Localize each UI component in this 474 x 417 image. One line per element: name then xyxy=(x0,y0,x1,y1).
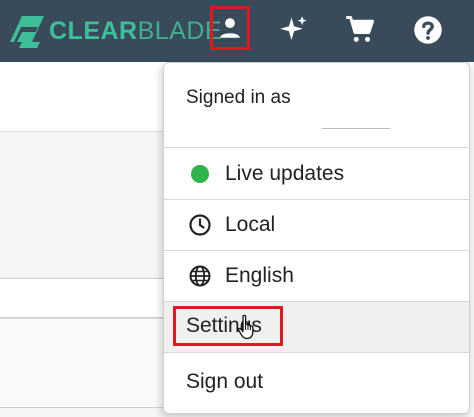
globe-icon xyxy=(188,264,212,288)
hand-pointer-cursor-icon xyxy=(237,314,254,340)
user-account-button[interactable] xyxy=(210,6,250,50)
ai-assistant-button[interactable] xyxy=(274,10,314,50)
help-icon xyxy=(414,16,442,44)
signed-in-label: Signed in as xyxy=(186,87,291,108)
help-button[interactable] xyxy=(408,10,448,50)
signed-in-section: Signed in as xyxy=(164,63,469,148)
page-content-area xyxy=(0,62,180,132)
page-row xyxy=(0,278,180,318)
user-dropdown-menu: Signed in as Live updates Local English xyxy=(163,62,470,414)
username-placeholder xyxy=(322,128,390,129)
clearblade-logo-icon xyxy=(10,16,44,48)
clock-icon xyxy=(188,213,212,237)
menu-item-label: Sign out xyxy=(186,370,264,393)
sparkle-icon xyxy=(280,16,307,40)
logo-text-bold: CLEAR xyxy=(49,16,138,45)
menu-item-label: Live updates xyxy=(225,162,345,185)
menu-item-label: English xyxy=(225,264,294,287)
user-icon xyxy=(220,18,240,38)
logo-text: CLEARBLADE xyxy=(49,17,222,46)
page-row xyxy=(0,318,180,408)
cart-icon xyxy=(346,16,374,42)
menu-item-timezone[interactable]: Local xyxy=(164,200,469,251)
menu-item-live-updates[interactable]: Live updates xyxy=(164,149,469,200)
marketplace-cart-button[interactable] xyxy=(340,10,380,50)
menu-item-sign-out[interactable]: Sign out xyxy=(164,353,469,413)
top-bar: CLEARBLADE xyxy=(0,0,474,62)
status-dot-icon xyxy=(188,162,212,186)
menu-item-label: Local xyxy=(225,213,276,236)
clearblade-logo[interactable]: CLEARBLADE xyxy=(8,12,222,50)
menu-item-language[interactable]: English xyxy=(164,251,469,302)
menu-item-settings[interactable]: Settings xyxy=(164,302,469,353)
